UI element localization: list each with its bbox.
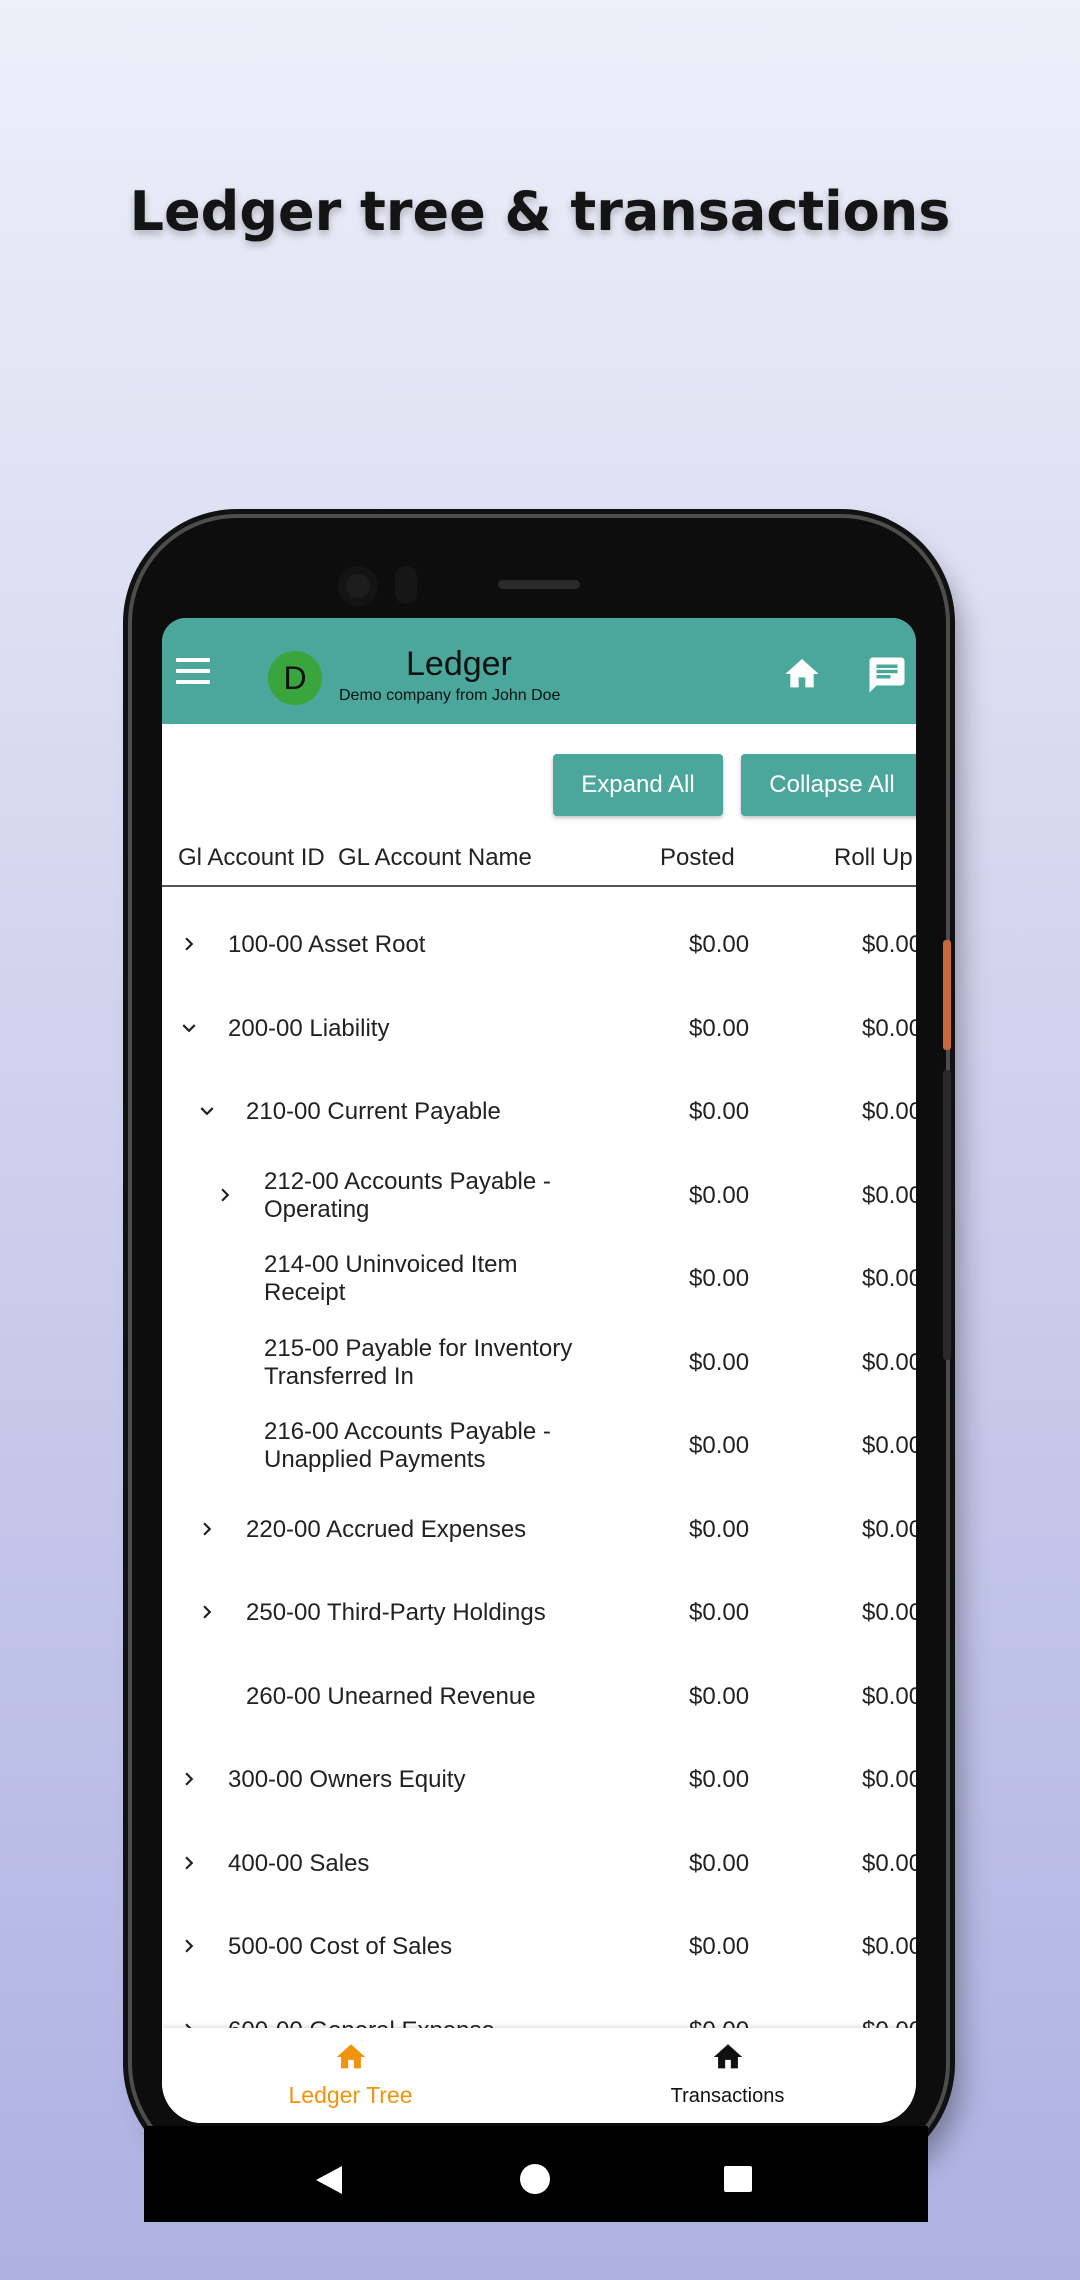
column-header-name[interactable]: GL Account Name xyxy=(338,844,532,872)
ledger-row[interactable]: 212-00 Accounts Payable - Operating $0.00… xyxy=(162,1154,916,1238)
rollup-amount: $0.00 xyxy=(862,1265,916,1292)
ledger-row[interactable]: 260-00 Unearned Revenue $0.00 $0.00 xyxy=(162,1655,916,1739)
account-label: 215-00 Payable for Inventory Transferred… xyxy=(264,1334,573,1390)
camera-sensor xyxy=(395,566,417,604)
rollup-amount: $0.00 xyxy=(862,1766,916,1793)
chevron-right-icon[interactable] xyxy=(176,1766,202,1792)
home-icon xyxy=(336,2044,366,2069)
ledger-row[interactable]: 215-00 Payable for Inventory Transferred… xyxy=(162,1321,916,1405)
posted-amount: $0.00 xyxy=(689,1515,750,1543)
ledger-row[interactable]: 400-00 Sales $0.00 $0.00 xyxy=(162,1822,916,1906)
account-label: 400-00 Sales xyxy=(228,1849,370,1877)
app-screen: D Ledger Demo company from John Doe Expa… xyxy=(162,618,916,2123)
ledger-row[interactable]: 210-00 Current Payable $0.00 $0.00 xyxy=(162,1070,916,1154)
posted-amount: $0.00 xyxy=(689,1348,750,1376)
ledger-row[interactable]: 216-00 Accounts Payable - Unapplied Paym… xyxy=(162,1404,916,1488)
bottom-nav: Ledger Tree Transactions xyxy=(162,2028,916,2123)
posted-amount: $0.00 xyxy=(689,1265,750,1292)
rollup-amount: $0.00 xyxy=(862,1432,916,1459)
home-icon xyxy=(713,2044,743,2069)
rollup-amount: $0.00 xyxy=(862,1181,916,1209)
account-label: 260-00 Unearned Revenue xyxy=(246,1682,536,1710)
header-divider xyxy=(162,885,916,887)
ledger-row[interactable]: 220-00 Accrued Expenses $0.00 $0.00 xyxy=(162,1488,916,1572)
promo-headline: Ledger tree & transactions xyxy=(129,180,951,243)
posted-amount: $0.00 xyxy=(689,1098,750,1125)
expand-all-button[interactable]: Expand All xyxy=(553,754,723,816)
ledger-row[interactable]: 214-00 Uninvoiced Item Receipt $0.00 $0.00 xyxy=(162,1237,916,1321)
rollup-amount: $0.00 xyxy=(862,1849,916,1877)
nav-transactions-label: Transactions xyxy=(670,2085,785,2107)
account-label: 220-00 Accrued Expenses xyxy=(246,1515,527,1543)
chevron-right-icon[interactable] xyxy=(212,1182,238,1208)
ledger-row[interactable]: 300-00 Owners Equity $0.00 $0.00 xyxy=(162,1738,916,1822)
account-label: 250-00 Third-Party Holdings xyxy=(246,1599,546,1626)
home-icon[interactable] xyxy=(782,654,822,694)
account-label: 212-00 Accounts Payable - Operating xyxy=(264,1167,551,1223)
back-icon[interactable] xyxy=(316,2166,342,2194)
chevron-right-icon[interactable] xyxy=(194,1599,220,1625)
ledger-row[interactable]: 200-00 Liability $0.00 $0.00 xyxy=(162,987,916,1071)
chevron-down-icon[interactable] xyxy=(194,1098,220,1124)
chevron-right-icon[interactable] xyxy=(176,1850,202,1876)
avatar[interactable]: D xyxy=(268,651,322,705)
earpiece-speaker xyxy=(498,580,580,589)
posted-amount: $0.00 xyxy=(689,1849,750,1877)
account-label: 100-00 Asset Root xyxy=(228,931,426,958)
posted-amount: $0.00 xyxy=(689,1599,750,1626)
nav-transactions[interactable]: Transactions xyxy=(539,2028,916,2123)
app-bar: D Ledger Demo company from John Doe xyxy=(162,618,916,724)
posted-amount: $0.00 xyxy=(689,1933,750,1960)
posted-amount: $0.00 xyxy=(689,1181,750,1209)
rollup-amount: $0.00 xyxy=(862,1014,916,1042)
ledger-row[interactable]: 500-00 Cost of Sales $0.00 $0.00 xyxy=(162,1905,916,1989)
column-header-id[interactable]: Gl Account ID xyxy=(178,844,325,872)
posted-amount: $0.00 xyxy=(689,1682,750,1710)
posted-amount: $0.00 xyxy=(689,1432,750,1459)
account-label: 500-00 Cost of Sales xyxy=(228,1933,453,1960)
account-label: 210-00 Current Payable xyxy=(246,1098,501,1125)
nav-ledger-tree[interactable]: Ledger Tree xyxy=(162,2028,539,2123)
rollup-amount: $0.00 xyxy=(862,1098,916,1125)
posted-amount: $0.00 xyxy=(689,1766,750,1793)
chevron-right-icon[interactable] xyxy=(176,931,202,957)
rollup-amount: $0.00 xyxy=(862,1933,916,1960)
rollup-amount: $0.00 xyxy=(862,1348,916,1376)
rollup-amount: $0.00 xyxy=(862,931,916,958)
account-label: 214-00 Uninvoiced Item Receipt xyxy=(264,1251,518,1306)
menu-icon[interactable] xyxy=(176,658,210,684)
posted-amount: $0.00 xyxy=(689,931,750,958)
home-circle-icon[interactable] xyxy=(520,2164,550,2194)
posted-amount: $0.00 xyxy=(689,1014,750,1042)
account-label: 200-00 Liability xyxy=(228,1014,390,1042)
volume-button xyxy=(943,1070,951,1360)
rollup-amount: $0.00 xyxy=(862,1682,916,1710)
recents-icon[interactable] xyxy=(724,2166,752,2192)
chevron-right-icon[interactable] xyxy=(176,1933,202,1959)
ledger-row[interactable]: 250-00 Third-Party Holdings $0.00 $0.00 xyxy=(162,1571,916,1655)
nav-ledger-tree-label: Ledger Tree xyxy=(288,2082,413,2108)
column-header-posted[interactable]: Posted xyxy=(660,844,735,872)
rollup-amount: $0.00 xyxy=(862,1599,916,1626)
system-nav-bar xyxy=(144,2126,928,2222)
front-camera xyxy=(338,566,378,606)
rollup-amount: $0.00 xyxy=(862,1515,916,1543)
ledger-row[interactable]: 100-00 Asset Root $0.00 $0.00 xyxy=(162,903,916,987)
account-label: 300-00 Owners Equity xyxy=(228,1766,466,1793)
power-button xyxy=(943,940,951,1050)
chevron-down-icon[interactable] xyxy=(176,1015,202,1041)
chevron-right-icon[interactable] xyxy=(194,1516,220,1542)
column-header-rollup[interactable]: Roll Up xyxy=(834,844,913,872)
page-title: Ledger xyxy=(406,645,512,683)
account-label: 216-00 Accounts Payable - Unapplied Paym… xyxy=(264,1418,551,1473)
collapse-all-button[interactable]: Collapse All xyxy=(741,754,916,816)
chat-icon[interactable] xyxy=(866,654,908,696)
company-subtitle: Demo company from John Doe xyxy=(339,687,561,704)
